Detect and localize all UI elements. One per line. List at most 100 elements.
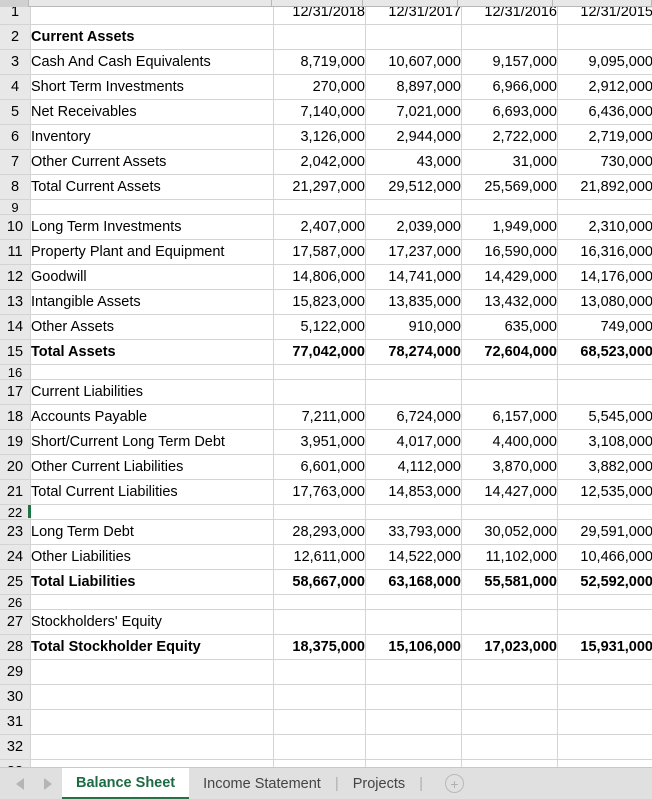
cell-value[interactable]: 2,719,000 [557, 124, 652, 150]
cell-value[interactable] [557, 199, 652, 215]
row-header[interactable]: 3 [0, 49, 31, 75]
table-row[interactable]: 15 Total Assets 77,042,000 78,274,000 72,604… [0, 339, 652, 365]
cell-value[interactable]: 635,000 [461, 314, 558, 340]
row-header[interactable]: 10 [0, 214, 31, 240]
cell-value[interactable] [461, 594, 558, 610]
table-row[interactable]: 6 Inventory 3,126,000 2,944,000 2,722,000 2,7… [0, 124, 652, 150]
cell-label[interactable]: Property Plant and Equipment [30, 239, 274, 265]
cell-value[interactable] [273, 504, 366, 520]
cell-value[interactable]: 6,436,000 [557, 99, 652, 125]
cell-value[interactable]: 7,021,000 [365, 99, 462, 125]
cell-value[interactable]: 14,853,000 [365, 479, 462, 505]
cell-label[interactable] [30, 709, 274, 735]
row-header[interactable]: 6 [0, 124, 31, 150]
table-row[interactable]: 14 Other Assets 5,122,000 910,000 635,000 749… [0, 314, 652, 340]
cell-value[interactable]: 14,741,000 [365, 264, 462, 290]
table-row[interactable]: 26 [0, 594, 652, 610]
cell-value[interactable]: 2,039,000 [365, 214, 462, 240]
row-header[interactable]: 30 [0, 684, 31, 710]
cell-value[interactable]: 33,793,000 [365, 519, 462, 545]
table-row[interactable]: 2 Current Assets [0, 24, 652, 50]
cell-value[interactable]: 4,017,000 [365, 429, 462, 455]
cell-value[interactable]: 29,591,000 [557, 519, 652, 545]
cell-value[interactable]: 6,693,000 [461, 99, 558, 125]
cell-value[interactable]: 14,806,000 [273, 264, 366, 290]
cell-label[interactable]: Long Term Debt [30, 519, 274, 545]
column-header-b[interactable] [272, 0, 363, 7]
cell-value[interactable] [461, 709, 558, 735]
cell-value[interactable]: 5,122,000 [273, 314, 366, 340]
cell-label[interactable]: Current Assets [30, 24, 274, 50]
column-header-e[interactable] [553, 0, 652, 7]
cell-value[interactable]: 4,112,000 [365, 454, 462, 480]
cell-value[interactable]: 3,951,000 [273, 429, 366, 455]
cell-value[interactable]: 4,400,000 [461, 429, 558, 455]
cell-value[interactable] [557, 24, 652, 50]
table-row[interactable]: 13 Intangible Assets 15,823,000 13,835,000 1… [0, 289, 652, 315]
row-header[interactable]: 19 [0, 429, 31, 455]
row-header[interactable]: 4 [0, 74, 31, 100]
cell-value[interactable]: 5,545,000 [557, 404, 652, 430]
cell-value[interactable] [557, 734, 652, 760]
cell-value[interactable] [273, 734, 366, 760]
cell-value[interactable]: 13,432,000 [461, 289, 558, 315]
cell-value[interactable]: 72,604,000 [461, 339, 558, 365]
cell-value[interactable]: 17,763,000 [273, 479, 366, 505]
cell-label[interactable] [30, 734, 274, 760]
cell-value[interactable]: 14,176,000 [557, 264, 652, 290]
cell-value[interactable] [365, 684, 462, 710]
cell-value[interactable] [273, 364, 366, 380]
cell-value[interactable] [461, 609, 558, 635]
cell-value[interactable] [365, 24, 462, 50]
table-row[interactable]: 20 Other Current Liabilities 6,601,000 4,11… [0, 454, 652, 480]
cell-value[interactable]: 13,080,000 [557, 289, 652, 315]
table-row[interactable]: 30 [0, 684, 652, 710]
cell-value[interactable] [461, 684, 558, 710]
cell-value[interactable] [461, 199, 558, 215]
cell-value[interactable]: 31,000 [461, 149, 558, 175]
cell-value[interactable]: 17,237,000 [365, 239, 462, 265]
table-row[interactable]: 32 [0, 734, 652, 760]
table-row[interactable]: 10 Long Term Investments 2,407,000 2,039,00… [0, 214, 652, 240]
cell-value[interactable]: 16,590,000 [461, 239, 558, 265]
cell-value[interactable] [273, 594, 366, 610]
cell-label[interactable]: Other Assets [30, 314, 274, 340]
cell-value[interactable]: 7,140,000 [273, 99, 366, 125]
row-header[interactable]: 24 [0, 544, 31, 570]
cell-value[interactable]: 14,429,000 [461, 264, 558, 290]
sheet-tab-balance-sheet[interactable]: Balance Sheet [62, 768, 190, 799]
cell-value[interactable] [557, 659, 652, 685]
cell-value[interactable] [273, 659, 366, 685]
cell-value[interactable]: 15,931,000 [557, 634, 652, 660]
cell-value[interactable]: 910,000 [365, 314, 462, 340]
triangle-right-icon[interactable] [44, 777, 52, 790]
cell-value[interactable]: 2,407,000 [273, 214, 366, 240]
cell-value[interactable]: 3,126,000 [273, 124, 366, 150]
cell-label[interactable]: Intangible Assets [30, 289, 274, 315]
row-header[interactable]: 26 [0, 594, 31, 610]
cell-value[interactable]: 52,592,000 [557, 569, 652, 595]
cell-value[interactable] [557, 684, 652, 710]
cell-value[interactable]: 2,912,000 [557, 74, 652, 100]
cell-value[interactable]: 17,023,000 [461, 634, 558, 660]
cell-label[interactable]: Stockholders' Equity [30, 609, 274, 635]
cell-value[interactable]: 10,607,000 [365, 49, 462, 75]
sheet-tab-projects[interactable]: Projects [339, 768, 419, 799]
row-header[interactable]: 16 [0, 364, 31, 380]
worksheet-grid[interactable]: 1 12/31/2018 12/31/2017 12/31/2016 12/31/201… [0, 0, 652, 768]
row-header[interactable]: 32 [0, 734, 31, 760]
table-row[interactable]: 19 Short/Current Long Term Debt 3,951,000 4… [0, 429, 652, 455]
table-row[interactable]: 16 [0, 364, 652, 380]
table-row[interactable]: 4 Short Term Investments 270,000 8,897,000 6… [0, 74, 652, 100]
cell-value[interactable]: 29,512,000 [365, 174, 462, 200]
cell-label[interactable]: Total Current Liabilities [30, 479, 274, 505]
cell-label[interactable]: Long Term Investments [30, 214, 274, 240]
row-header[interactable]: 18 [0, 404, 31, 430]
cell-value[interactable] [365, 609, 462, 635]
table-row[interactable]: 3 Cash And Cash Equivalents 8,719,000 10,60… [0, 49, 652, 75]
cell-label[interactable]: Total Assets [30, 339, 274, 365]
row-header[interactable]: 23 [0, 519, 31, 545]
cell-value[interactable] [365, 594, 462, 610]
cell-value[interactable] [461, 504, 558, 520]
add-sheet-button[interactable]: + [423, 768, 465, 799]
